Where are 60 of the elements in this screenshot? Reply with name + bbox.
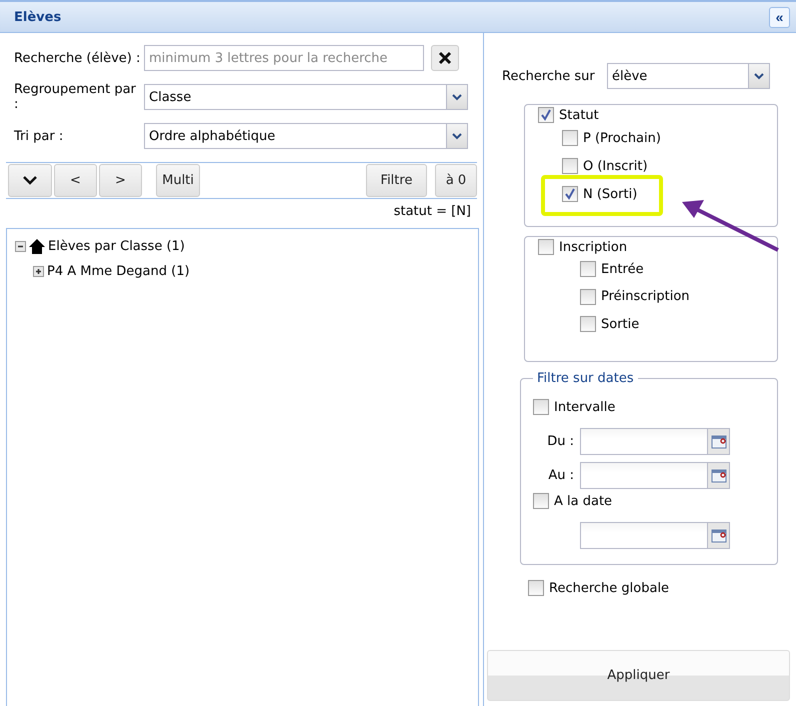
checkbox[interactable] <box>562 186 578 202</box>
calendar-icon <box>710 434 726 448</box>
tree-item[interactable]: P4 A Mme Degand (1) <box>47 264 190 279</box>
caret-icon <box>754 72 764 80</box>
toolbar-button[interactable]: < <box>54 164 97 197</box>
checkbox-label: A la date <box>554 494 612 508</box>
toolbar-button[interactable]: Filtre <box>366 164 427 197</box>
field-label: Recherche (élève) : <box>14 50 142 66</box>
calendar-icon <box>710 528 726 542</box>
checkbox[interactable] <box>528 580 544 596</box>
checkbox[interactable] <box>580 316 596 332</box>
field-label: Tri par : <box>14 128 64 144</box>
checkbox[interactable] <box>538 107 554 123</box>
checkbox-label: Inscription <box>559 240 628 254</box>
sort-select[interactable]: Ordre alphabétique <box>144 123 468 149</box>
checkbox-label: Sortie <box>601 316 640 332</box>
expand-icon[interactable] <box>33 266 44 277</box>
panel-title: Elèves <box>14 10 62 24</box>
checkbox-label: Statut <box>559 108 599 122</box>
date-field[interactable] <box>580 522 730 548</box>
checkbox[interactable] <box>580 261 596 277</box>
field-label: Recherche sur <box>502 68 596 84</box>
checkbox-label: Intervalle <box>554 400 616 414</box>
toolbar-button[interactable]: > <box>99 164 142 197</box>
checkbox[interactable] <box>562 130 578 146</box>
checkbox[interactable] <box>533 399 549 415</box>
clear-button[interactable] <box>431 45 459 71</box>
collapse-icon[interactable] <box>15 241 26 252</box>
date-field[interactable] <box>580 462 730 488</box>
filter-summary: statut = [N] <box>394 204 471 219</box>
search-field[interactable]: minimum 3 lettres pour la recherche <box>144 45 424 71</box>
date-field[interactable] <box>580 428 730 454</box>
checkbox[interactable] <box>580 288 596 304</box>
checkbox[interactable] <box>538 239 554 255</box>
checkbox-label: Préinscription <box>601 289 690 304</box>
checkbox[interactable] <box>533 493 549 509</box>
home-icon <box>29 239 45 254</box>
close-icon <box>438 51 452 65</box>
checkbox-label: P (Prochain) <box>583 130 661 146</box>
apply-button[interactable]: Appliquer <box>487 650 790 701</box>
toolbar-button[interactable]: Multi <box>156 164 200 197</box>
checkbox-label: Entrée <box>601 262 644 276</box>
group-title: Filtre sur dates <box>536 371 635 386</box>
checkbox-label: Recherche globale <box>549 580 670 596</box>
checkbox-label: O (Inscrit) <box>583 158 648 174</box>
field-label: Au : <box>547 468 575 482</box>
expand-all-button[interactable] <box>8 164 52 197</box>
calendar-icon <box>710 468 726 482</box>
caret-icon <box>452 132 462 140</box>
checkbox[interactable] <box>562 158 578 174</box>
grouping-select[interactable]: Classe <box>144 84 468 110</box>
collapse-button[interactable]: « <box>769 6 790 28</box>
tree-item[interactable]: Elèves par Classe (1) <box>48 239 185 254</box>
checkbox-label: N (Sorti) <box>583 186 638 202</box>
toolbar-button[interactable]: à 0 <box>435 164 477 197</box>
chevron-down-icon <box>23 176 37 185</box>
caret-icon <box>452 94 462 100</box>
search-on-select[interactable]: élève <box>607 63 770 89</box>
field-label: Du : <box>546 434 575 448</box>
field-label: Regroupement par : <box>14 82 137 112</box>
